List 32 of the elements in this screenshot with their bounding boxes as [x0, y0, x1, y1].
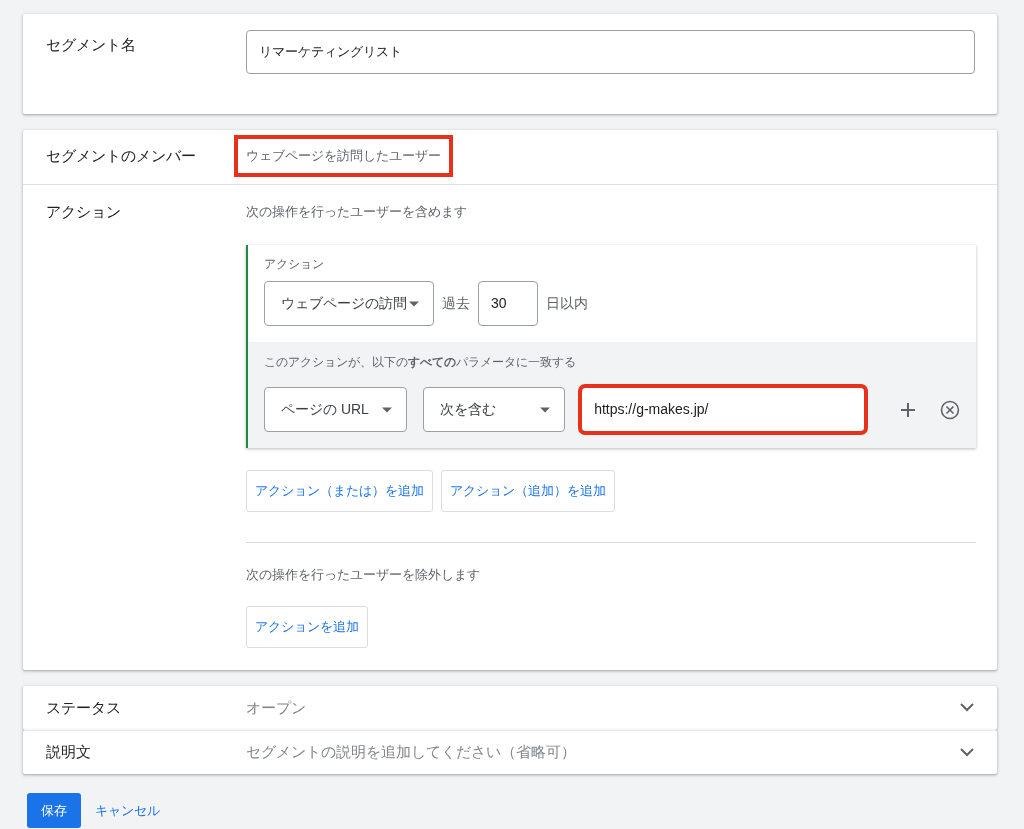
description-text: 次の操作を行ったユーザーを除外します — [246, 565, 481, 584]
add-action-button[interactable]: アクション（または）を追加 — [246, 470, 433, 512]
dropdown-triangle-icon — [381, 406, 392, 413]
dropdown-triangle-icon — [409, 300, 419, 307]
cancel-link[interactable]: キャンセル — [81, 792, 174, 829]
field-label: セグメントのメンバー — [46, 145, 197, 166]
dropdown-triangle-icon — [540, 406, 551, 413]
field-label: アクション — [46, 201, 122, 222]
expandable-row[interactable]: ステータス オープン — [23, 685, 997, 730]
add-action-button[interactable]: アクション（追加）を追加 — [441, 470, 615, 512]
field-label: セグメント名 — [46, 35, 137, 55]
plus-icon[interactable] — [901, 402, 916, 417]
field-value: オープン — [246, 697, 307, 718]
save-button[interactable]: 保存 — [27, 792, 81, 829]
description-text: 次の操作を行ったユーザーを含めます — [246, 202, 468, 221]
parameter-dropdown[interactable]: ページの URL — [264, 387, 407, 433]
expandable-row[interactable]: 説明文 セグメントの説明を追加してください（省略可） — [23, 729, 997, 774]
field-value: セグメントの説明を追加してください（省略可） — [246, 742, 577, 762]
field-value: ウェブページを訪問したユーザー — [237, 138, 450, 174]
url-input-field[interactable]: https://g-makes.jp/ — [581, 387, 866, 433]
operator-dropdown[interactable]: 次を含む — [422, 387, 566, 433]
field-label: ステータス — [46, 697, 122, 718]
text-input-field[interactable]: リマーケティングリスト — [246, 30, 975, 74]
field-label: 説明文 — [46, 742, 92, 762]
section-label: アクション — [264, 256, 325, 273]
days-input-field[interactable]: 30 — [478, 281, 538, 326]
action-type-dropdown[interactable]: ウェブページの訪問 — [264, 281, 434, 326]
period-label: 日以内 — [546, 294, 588, 313]
remove-circle-icon[interactable] — [940, 399, 960, 420]
period-label: 過去 — [442, 294, 470, 313]
add-action-button[interactable]: アクションを追加 — [246, 606, 368, 648]
description-text: このアクションが、以下のすべてのパラメータに一致する — [264, 355, 577, 371]
